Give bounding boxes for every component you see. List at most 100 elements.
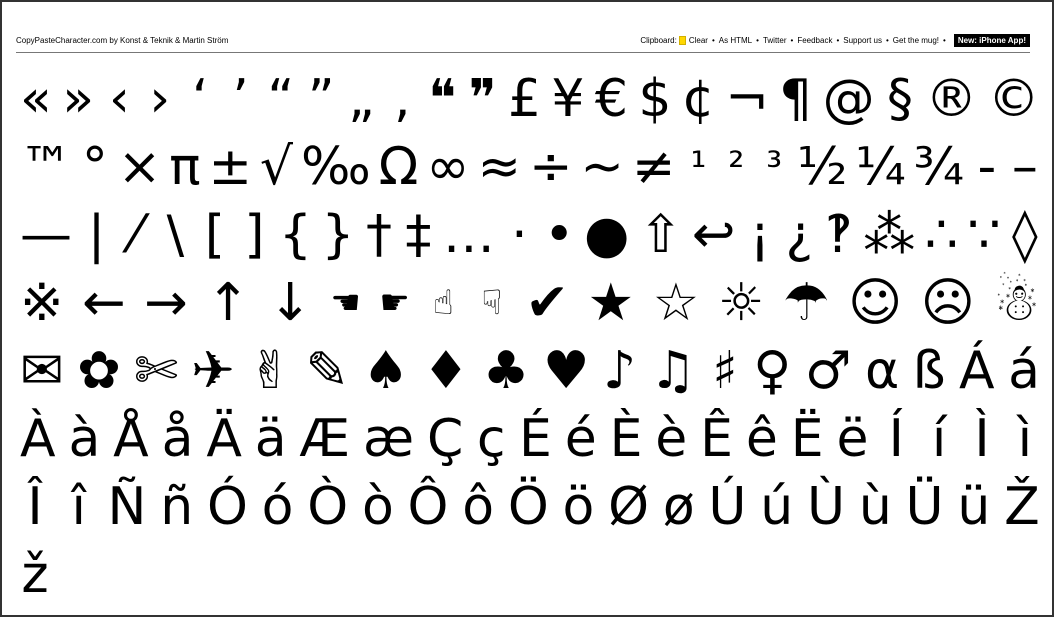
character-cell[interactable]: à [68,404,100,474]
character-cell[interactable]: ⇧ [639,200,683,270]
character-cell[interactable]: ❞ [468,64,498,134]
character-cell[interactable]: å [162,404,194,474]
character-cell[interactable]: ³ [759,132,789,202]
character-cell[interactable]: ñ [160,472,193,542]
character-cell[interactable]: È [610,404,643,474]
character-cell[interactable]: ¢ [682,64,715,134]
character-cell[interactable]: | [81,200,111,270]
character-cell[interactable]: ò [362,472,394,542]
character-cell[interactable]: ç [476,404,506,474]
character-cell[interactable]: ☛ [379,268,409,338]
character-cell[interactable]: æ [363,404,414,474]
character-cell[interactable]: ☆ [653,268,700,338]
character-cell[interactable]: ß [913,336,946,406]
character-cell[interactable]: ± [208,132,252,202]
character-cell[interactable]: · [504,200,534,270]
character-cell[interactable]: € [595,64,628,134]
character-cell[interactable]: ² [721,132,751,202]
character-cell[interactable]: ♫ [650,336,697,406]
character-cell[interactable]: ♥ [543,336,590,406]
character-cell[interactable]: ü [957,472,990,542]
character-cell[interactable]: è [655,404,687,474]
character-cell[interactable]: ô [462,472,494,542]
character-cell[interactable]: ® [925,64,977,134]
character-cell[interactable]: ” [306,64,336,134]
character-cell[interactable]: ä [255,404,287,474]
character-cell[interactable]: ≈ [477,132,521,202]
character-cell[interactable]: ≠ [632,132,676,202]
character-cell[interactable]: Í [881,404,911,474]
character-cell[interactable]: ê [746,404,778,474]
character-cell[interactable]: ¶ [779,64,812,134]
character-cell[interactable]: - [972,132,1002,202]
character-cell[interactable]: @ [823,64,875,134]
character-cell[interactable]: ☚ [330,268,360,338]
character-cell[interactable]: ✎ [305,336,349,406]
character-cell[interactable]: × [118,132,162,202]
character-cell[interactable]: ] [239,200,269,270]
character-cell[interactable]: Ú [708,472,746,542]
character-cell[interactable]: ☟ [477,268,507,338]
character-cell[interactable]: ¹ [683,132,713,202]
character-cell[interactable]: ° [80,132,110,202]
character-cell[interactable]: Ò [307,472,348,542]
character-cell[interactable]: Ñ [108,472,147,542]
character-cell[interactable]: Ç [427,404,463,474]
character-cell[interactable]: ÷ [529,132,573,202]
character-cell[interactable]: ¼ [855,132,905,202]
character-cell[interactable]: Ž [1004,472,1040,542]
character-cell[interactable]: ✈ [191,336,235,406]
character-cell[interactable]: Ω [379,132,419,202]
clear-link[interactable]: Clear [689,36,708,45]
character-cell[interactable]: ☹ [921,268,975,338]
clipboard-icon[interactable] [678,35,686,45]
character-cell[interactable]: ☺ [848,268,902,338]
character-cell[interactable]: ↓ [268,268,312,338]
character-cell[interactable]: Á [959,336,995,406]
character-cell[interactable]: ♯ [710,336,740,406]
character-cell[interactable]: á [1008,336,1040,406]
character-cell[interactable]: ↩ [692,200,736,270]
character-cell[interactable]: ú [760,472,793,542]
character-cell[interactable]: ø [663,472,695,542]
character-cell[interactable]: α [865,336,899,406]
character-cell[interactable]: À [20,404,56,474]
character-cell[interactable]: ½ [797,132,847,202]
character-cell[interactable]: ∵ [967,200,1000,270]
character-cell[interactable]: Ä [206,404,242,474]
character-cell[interactable]: ~ [580,132,624,202]
character-cell[interactable]: ※ [20,268,64,338]
character-cell[interactable]: ‽ [824,200,854,270]
character-cell[interactable]: π [169,132,200,202]
character-cell[interactable]: ★ [587,268,634,338]
character-cell[interactable]: ✄ [134,336,178,406]
character-cell[interactable]: ↑ [206,268,250,338]
character-cell[interactable]: É [519,404,552,474]
character-cell[interactable]: [ [200,200,230,270]
character-cell[interactable]: ◊ [1010,200,1040,270]
character-cell[interactable]: √ [260,132,293,202]
character-cell[interactable]: ♪ [603,336,636,406]
twitter-link[interactable]: Twitter [763,36,787,45]
character-cell[interactable]: ⁄ [121,200,151,270]
character-cell[interactable]: ☃ [993,268,1040,338]
character-cell[interactable]: ó [262,472,294,542]
character-cell[interactable]: Å [113,404,149,474]
character-cell[interactable]: ù [859,472,892,542]
character-cell[interactable]: Ê [700,404,733,474]
character-cell[interactable]: † [364,200,394,270]
character-cell[interactable]: ✉ [20,336,64,406]
character-cell[interactable]: ← [82,268,126,338]
character-cell[interactable]: î [64,472,94,542]
character-cell[interactable]: ● [584,200,629,270]
character-cell[interactable]: ž [20,540,50,610]
character-cell[interactable]: ¬ [725,64,769,134]
character-cell[interactable]: é [565,404,597,474]
character-cell[interactable]: Ô [408,472,449,542]
support-link[interactable]: Support us [843,36,882,45]
character-cell[interactable]: ⁂ [863,200,915,270]
character-cell[interactable]: ö [563,472,595,542]
character-cell[interactable]: ¥ [551,64,584,134]
character-cell[interactable]: … [443,200,495,270]
character-cell[interactable]: Ë [791,404,824,474]
